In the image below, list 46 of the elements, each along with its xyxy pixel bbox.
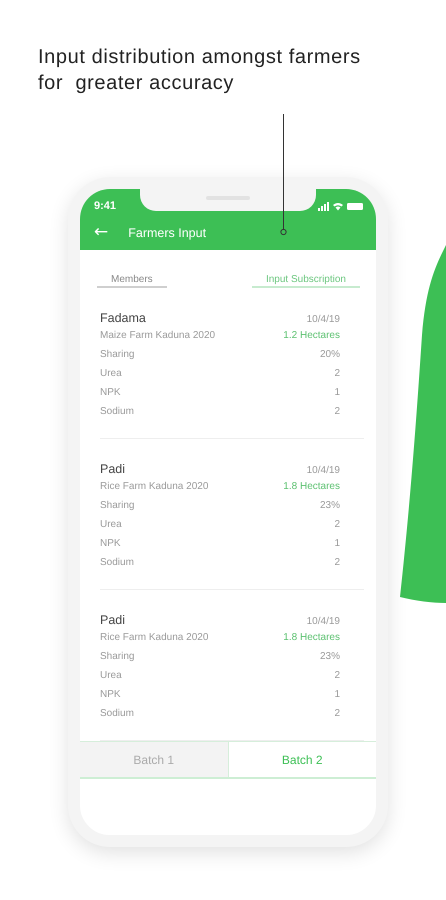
input-label: Urea xyxy=(100,670,122,681)
record-date: 10/4/19 xyxy=(306,616,340,627)
farm-area: 1.2 Hectares xyxy=(283,330,340,341)
input-label: Urea xyxy=(100,368,122,379)
record-date: 10/4/19 xyxy=(306,314,340,325)
input-value: 20% xyxy=(320,349,340,360)
tab[interactable]: Input Subscription xyxy=(252,274,360,288)
input-label: Sharing xyxy=(100,500,134,511)
farm-area: 1.8 Hectares xyxy=(283,481,340,492)
input-value: 23% xyxy=(320,651,340,662)
input-value: 1 xyxy=(334,538,340,549)
input-value: 1 xyxy=(334,689,340,700)
input-label: Urea xyxy=(100,519,122,530)
input-label: Sharing xyxy=(100,349,134,360)
screen-title: Farmers Input xyxy=(128,226,206,240)
input-value: 1 xyxy=(334,387,340,398)
farm-name: Maize Farm Kaduna 2020 xyxy=(100,330,216,341)
input-value: 2 xyxy=(334,708,340,719)
input-value: 2 xyxy=(334,557,340,568)
record-date: 10/4/19 xyxy=(306,465,340,476)
back-button[interactable]: ← xyxy=(94,224,108,241)
record-name: Fadama xyxy=(100,311,146,325)
batch-tab[interactable]: Batch 2 xyxy=(228,742,376,777)
input-value: 2 xyxy=(334,519,340,530)
input-value: 2 xyxy=(334,368,340,379)
status-icons-icon xyxy=(318,202,364,210)
input-label: NPK xyxy=(100,387,121,398)
status-time: 9:41 xyxy=(94,200,116,212)
input-value: 2 xyxy=(334,406,340,417)
caption-text: Input distribution amongst farmers xyxy=(38,45,361,70)
input-label: Sodium xyxy=(100,708,134,719)
input-label: Sodium xyxy=(100,406,134,417)
input-value: 23% xyxy=(320,500,340,511)
input-label: Sodium xyxy=(100,557,134,568)
input-value: 2 xyxy=(334,670,340,681)
batch-tab[interactable]: Batch 1 xyxy=(80,742,228,777)
record-name: Padi xyxy=(100,462,126,476)
farm-name: Rice Farm Kaduna 2020 xyxy=(100,481,208,492)
input-label: Sharing xyxy=(100,651,134,662)
caption-text: for greater accuracy xyxy=(38,71,234,96)
input-label: NPK xyxy=(100,689,121,700)
input-label: NPK xyxy=(100,538,121,549)
record-name: Padi xyxy=(100,613,126,627)
farm-area: 1.8 Hectares xyxy=(283,632,340,643)
farm-name: Rice Farm Kaduna 2020 xyxy=(100,632,208,643)
tab[interactable]: Members xyxy=(97,274,167,288)
